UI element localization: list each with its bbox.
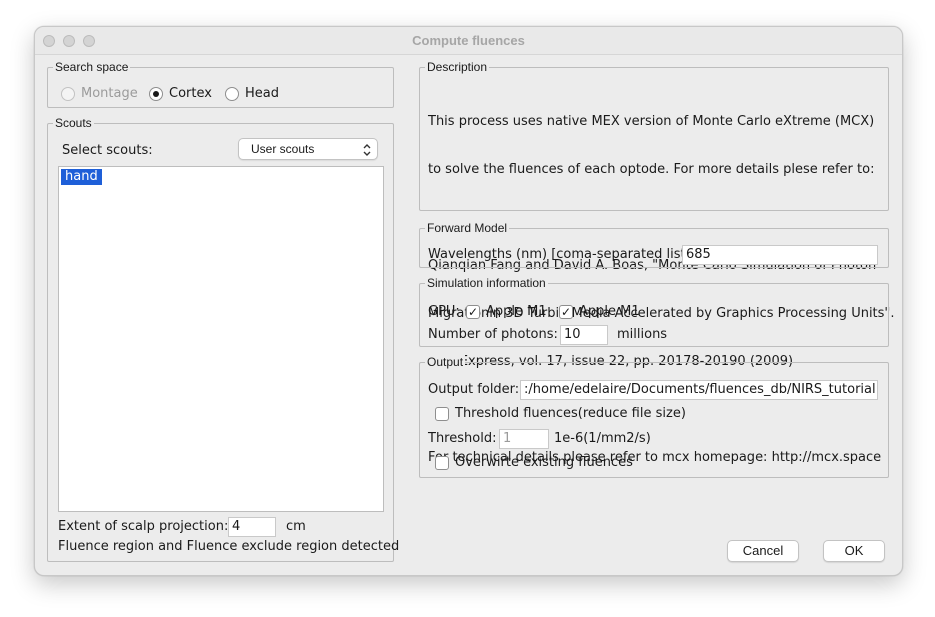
gpu-1-checkbox[interactable]: ✓	[466, 305, 480, 319]
region-detected-text: Fluence region and Fluence exclude regio…	[58, 539, 400, 554]
cortex-radio[interactable]	[149, 87, 163, 101]
output-group: Output Output folder: :/home/edelaire/Do…	[419, 355, 889, 478]
cortex-label: Cortex	[169, 86, 212, 101]
description-group: Description This process uses native MEX…	[419, 60, 895, 465]
wavelengths-label: Wavelengths (nm) [coma-separated list]	[428, 247, 691, 262]
scouts-type-value: User scouts	[251, 142, 315, 156]
photons-input[interactable]: 10	[560, 325, 608, 345]
montage-radio[interactable]	[61, 87, 75, 101]
ok-button[interactable]: OK	[823, 540, 885, 562]
checkmark-icon: ✓	[560, 305, 572, 319]
checkmark-icon: ✓	[467, 305, 479, 319]
scout-item-hand[interactable]: hand	[61, 169, 102, 185]
output-label: Output	[425, 355, 466, 369]
compute-fluences-dialog: Compute fluences Search space Montage Co…	[34, 26, 903, 576]
threshold-input[interactable]: 1	[499, 429, 549, 449]
forward-model-group: Forward Model Wavelengths (nm) [coma-sep…	[419, 221, 889, 268]
forward-model-label: Forward Model	[425, 221, 510, 235]
photons-unit: millions	[617, 327, 668, 342]
output-folder-input[interactable]: :/home/edelaire/Documents/fluences_db/NI…	[520, 380, 878, 400]
threshold-checkbox-label: Threshold fluences(reduce file size)	[455, 406, 686, 421]
gpu-2-label: Apple M1	[579, 304, 640, 319]
simulation-label: Simulation information	[425, 276, 548, 290]
scouts-type-dropdown[interactable]: User scouts	[238, 138, 378, 160]
scouts-label: Scouts	[53, 116, 94, 130]
scouts-group: Scouts Select scouts: User scouts hand E…	[47, 116, 399, 562]
search-space-label: Search space	[53, 60, 131, 74]
output-folder-label: Output folder:	[428, 382, 520, 397]
select-scouts-label: Select scouts:	[62, 143, 153, 158]
simulation-group: Simulation information GPU: ✓ Apple M1 ✓…	[419, 276, 889, 347]
gpu-1-label: Apple M1	[486, 304, 547, 319]
scouts-list[interactable]: hand	[58, 166, 384, 512]
chevron-updown-icon	[363, 139, 371, 165]
overwrite-label: Overwirte existing fluences	[455, 455, 633, 470]
cancel-button[interactable]: Cancel	[727, 540, 799, 562]
wavelengths-input[interactable]: 685	[682, 245, 878, 265]
extent-label: Extent of scalp projection:	[58, 519, 229, 534]
threshold-label: Threshold:	[428, 431, 497, 446]
head-label: Head	[245, 86, 279, 101]
threshold-unit: 1e-6(1/mm2/s)	[554, 431, 651, 446]
photons-label: Number of photons:	[428, 327, 558, 342]
description-line: This process uses native MEX version of …	[428, 114, 875, 129]
overwrite-checkbox[interactable]	[435, 456, 449, 470]
extent-input[interactable]: 4	[228, 517, 276, 537]
head-radio[interactable]	[225, 87, 239, 101]
gpu-label: GPU:	[428, 304, 460, 319]
gpu-2-checkbox[interactable]: ✓	[559, 305, 573, 319]
title-bar: Compute fluences	[35, 27, 902, 55]
description-label: Description	[425, 60, 490, 74]
search-space-group: Search space Montage Cortex Head	[47, 60, 394, 108]
window-title: Compute fluences	[412, 33, 525, 48]
montage-label: Montage	[81, 86, 138, 101]
description-line: to solve the fluences of each optode. Fo…	[428, 162, 875, 177]
extent-unit: cm	[286, 519, 306, 534]
threshold-checkbox[interactable]	[435, 407, 449, 421]
